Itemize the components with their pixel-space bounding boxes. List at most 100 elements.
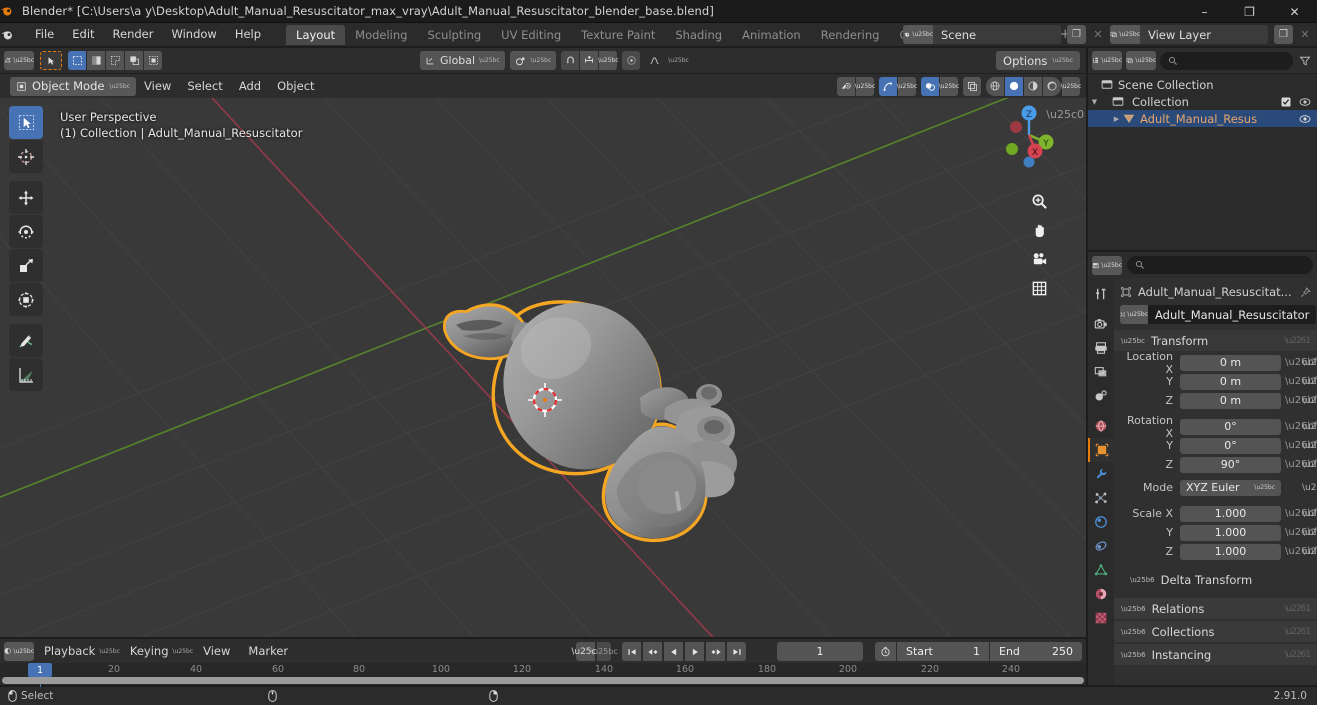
collections-panel-header[interactable]: \u25b6 Collections \u2261: [1114, 621, 1317, 642]
tab-rendering[interactable]: Rendering: [811, 25, 890, 45]
tab-tool-icon[interactable]: [1088, 282, 1114, 306]
previous-keyframe-button[interactable]: [643, 642, 662, 661]
scene-icon[interactable]: \u25bc: [903, 25, 933, 44]
shading-wireframe-icon[interactable]: [986, 76, 1004, 96]
overlays-toggle-icon[interactable]: [921, 76, 939, 96]
move-tool[interactable]: [9, 181, 43, 214]
property-value[interactable]: 0°: [1180, 418, 1281, 435]
view-layer-name[interactable]: View Layer: [1140, 25, 1268, 44]
blender-menu-icon[interactable]: [0, 28, 26, 42]
snap-target-icon[interactable]: [580, 51, 599, 70]
tab-data-icon[interactable]: [1088, 558, 1114, 582]
property-rotation-y[interactable]: Y 0° \u26bf \u25cf: [1118, 437, 1317, 454]
end-frame-field[interactable]: End 250: [990, 642, 1082, 661]
property-rotation-mode[interactable]: Mode XYZ Euler \u25bc \u25cf: [1118, 479, 1317, 496]
viewport-menu-select[interactable]: Select: [179, 77, 230, 96]
proportional-edit-icon[interactable]: [622, 51, 641, 70]
timeline-menu-playback[interactable]: Playback: [36, 642, 103, 661]
animate-dot-icon[interactable]: \u25cf: [1302, 441, 1317, 451]
tab-texture-paint[interactable]: Texture Paint: [571, 25, 665, 45]
tab-view-layer-icon[interactable]: [1088, 360, 1114, 384]
visibility-icon[interactable]: [837, 76, 855, 96]
property-scale-z[interactable]: Z 1.000 \u26bf \u25cf: [1118, 543, 1317, 560]
lock-icon[interactable]: \u26bf: [1285, 376, 1317, 387]
properties-editor-type-icon[interactable]: \u25bc: [1092, 255, 1122, 275]
tab-uv-editing[interactable]: UV Editing: [491, 25, 571, 45]
new-view-layer-button[interactable]: ❐: [1274, 25, 1293, 44]
zoom-icon[interactable]: [1026, 188, 1052, 214]
animate-dot-icon[interactable]: \u25cf: [1302, 460, 1317, 470]
animate-dot-icon[interactable]: \u25cf: [1302, 483, 1317, 493]
lock-icon[interactable]: \u26bf: [1285, 395, 1317, 406]
rotate-tool[interactable]: [9, 215, 43, 248]
property-location-y[interactable]: Y 0 m \u26bf \u25cf: [1118, 373, 1317, 390]
viewport-sidebar-toggle[interactable]: \u25c0: [1046, 108, 1084, 121]
editor-type-selector[interactable]: \u25bc: [4, 51, 34, 70]
tab-object-icon[interactable]: [1088, 438, 1114, 462]
property-value[interactable]: 0°: [1180, 437, 1281, 454]
viewport-menu-view[interactable]: View: [136, 77, 179, 96]
delta-transform-panel-header[interactable]: \u25b6 Delta Transform: [1114, 569, 1317, 590]
tab-render-icon[interactable]: [1088, 312, 1114, 336]
play-reverse-button[interactable]: [664, 642, 683, 661]
lock-icon[interactable]: \u26bf: [1285, 527, 1317, 538]
scene-name[interactable]: Scene: [933, 25, 1061, 44]
property-value[interactable]: 1.000: [1180, 505, 1281, 522]
scene-selector[interactable]: \u25bc Scene: [903, 25, 1061, 44]
annotate-tool[interactable]: [9, 324, 43, 357]
property-value[interactable]: 1.000: [1180, 543, 1281, 560]
menu-file[interactable]: File: [26, 25, 63, 44]
outliner-disclosure-icon[interactable]: ▶: [1110, 115, 1123, 123]
tab-material-icon[interactable]: [1088, 582, 1114, 606]
close-button[interactable]: ✕: [1272, 0, 1317, 23]
rotation-mode-dropdown[interactable]: XYZ Euler \u25bc: [1180, 479, 1281, 496]
outliner-search-input[interactable]: [1160, 51, 1293, 70]
hand-icon[interactable]: [1026, 217, 1052, 243]
transform-orientation-selector[interactable]: Global \u25bc: [420, 51, 505, 70]
pin-icon[interactable]: [1300, 286, 1311, 298]
overlays-dropdown-icon[interactable]: \u25bc: [939, 76, 959, 96]
tab-scene-icon[interactable]: [1088, 384, 1114, 408]
options-dropdown[interactable]: Options \u25bc: [996, 51, 1080, 70]
animate-dot-icon[interactable]: \u25cf: [1302, 377, 1317, 387]
maximize-button[interactable]: ❐: [1227, 0, 1272, 23]
timeline-editor[interactable]: \u25bc Playback \u25bc Keying \u25bc Vie…: [0, 639, 1086, 687]
viewport-menu-add[interactable]: Add: [231, 77, 269, 96]
instancing-panel-header[interactable]: \u25b6 Instancing \u2261: [1114, 644, 1317, 665]
lock-icon[interactable]: \u26bf: [1285, 421, 1317, 432]
play-button[interactable]: [685, 642, 704, 661]
outliner-row-adult-manual-resuscitator[interactable]: ▶ Adult_Manual_Resus: [1088, 110, 1317, 127]
tab-modeling[interactable]: Modeling: [345, 25, 417, 45]
property-rotation-x[interactable]: Rotation X 0° \u26bf \u25cf: [1118, 414, 1317, 440]
gizmo-dropdown-icon[interactable]: \u25bc: [897, 76, 917, 96]
outliner-display-mode-icon[interactable]: \u25bc: [1126, 51, 1156, 70]
snap-magnet-icon[interactable]: [561, 51, 580, 70]
property-rotation-z[interactable]: Z 90° \u26bf \u25cf: [1118, 456, 1317, 473]
falloff-curve-icon[interactable]: [645, 51, 663, 70]
menu-window[interactable]: Window: [162, 25, 225, 44]
tab-shading[interactable]: Shading: [665, 25, 732, 45]
tab-sculpting[interactable]: Sculpting: [417, 25, 491, 45]
outliner-row-collection[interactable]: ▼ Collection: [1088, 93, 1317, 110]
outliner-editor[interactable]: \u25bc \u25bc Scene Collection ▼ Collect…: [1088, 48, 1317, 250]
timeline-menu-marker[interactable]: Marker: [240, 642, 296, 661]
tab-layout[interactable]: Layout: [286, 24, 346, 45]
animate-dot-icon[interactable]: \u25cf: [1302, 422, 1317, 432]
eye-icon[interactable]: [1299, 97, 1311, 107]
timeline-scrollbar[interactable]: [2, 677, 1084, 684]
timeline-menu-view[interactable]: View: [195, 642, 238, 661]
timeline-menu-keying[interactable]: Keying: [122, 642, 177, 661]
viewport-menu-object[interactable]: Object: [269, 77, 322, 96]
tab-world-icon[interactable]: [1088, 414, 1114, 438]
eye-icon[interactable]: [1299, 114, 1311, 124]
tab-animation[interactable]: Animation: [732, 25, 811, 45]
shading-rendered-icon[interactable]: [1043, 76, 1061, 96]
checkbox-icon[interactable]: [1281, 97, 1291, 107]
lock-icon[interactable]: \u26bf: [1285, 357, 1317, 368]
new-scene-button[interactable]: ❐: [1067, 25, 1086, 44]
playhead[interactable]: 1: [28, 663, 52, 677]
ortho-icon[interactable]: [1026, 275, 1052, 301]
transform-panel-header[interactable]: \u25bc Transform \u2261: [1114, 330, 1317, 351]
property-value[interactable]: 0 m: [1180, 392, 1281, 409]
lock-icon[interactable]: \u26bf: [1285, 546, 1317, 557]
